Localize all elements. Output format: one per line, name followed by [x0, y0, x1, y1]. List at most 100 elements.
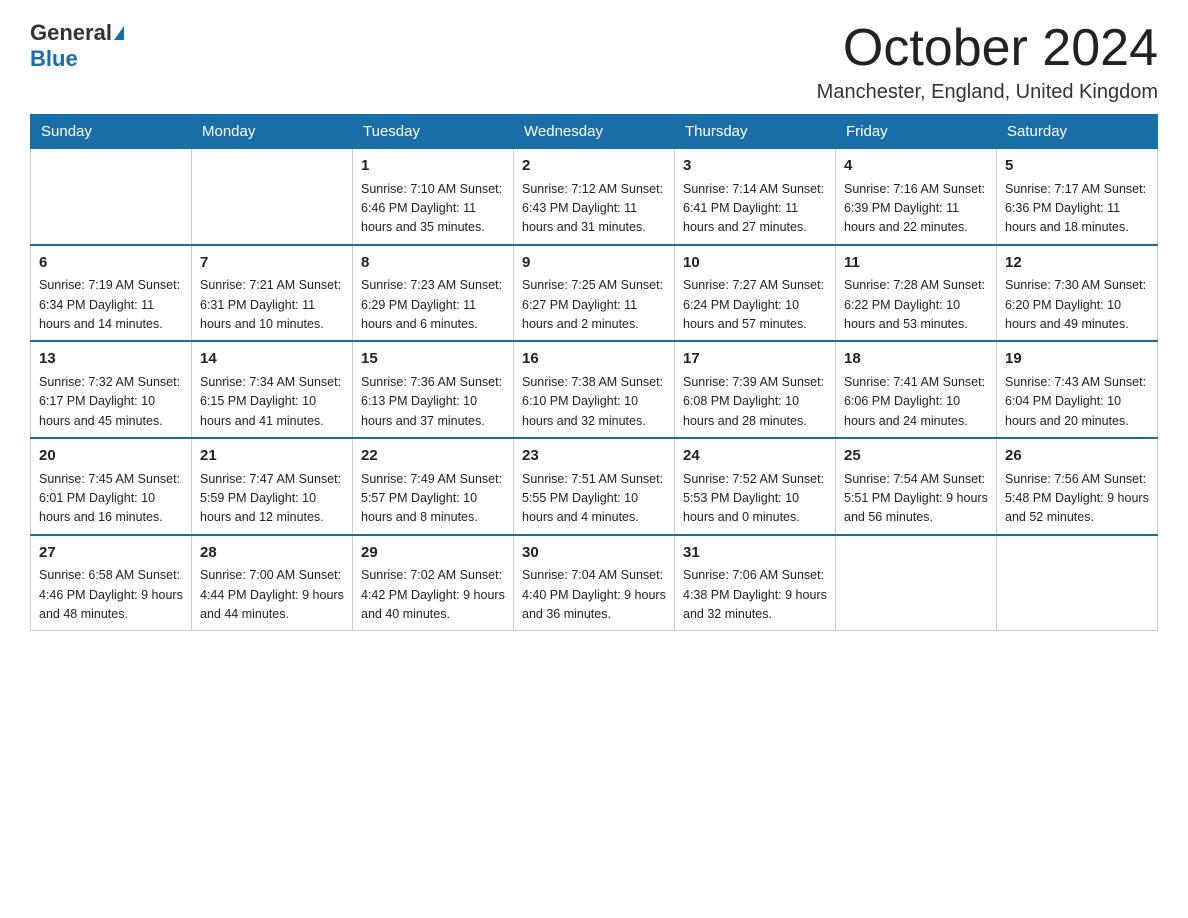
day-number: 5	[1005, 155, 1149, 178]
day-number: 13	[39, 348, 183, 371]
day-info: Sunrise: 7:36 AM Sunset: 6:13 PM Dayligh…	[361, 373, 505, 431]
day-number: 4	[844, 155, 988, 178]
calendar-cell: 12Sunrise: 7:30 AM Sunset: 6:20 PM Dayli…	[997, 245, 1158, 342]
day-number: 23	[522, 445, 666, 468]
calendar-header-tuesday: Tuesday	[353, 115, 514, 149]
day-info: Sunrise: 7:54 AM Sunset: 5:51 PM Dayligh…	[844, 470, 988, 528]
day-info: Sunrise: 7:49 AM Sunset: 5:57 PM Dayligh…	[361, 470, 505, 528]
day-info: Sunrise: 7:28 AM Sunset: 6:22 PM Dayligh…	[844, 276, 988, 334]
calendar-cell: 3Sunrise: 7:14 AM Sunset: 6:41 PM Daylig…	[675, 149, 836, 245]
day-info: Sunrise: 7:51 AM Sunset: 5:55 PM Dayligh…	[522, 470, 666, 528]
calendar-header-monday: Monday	[192, 115, 353, 149]
calendar-cell: 30Sunrise: 7:04 AM Sunset: 4:40 PM Dayli…	[514, 535, 675, 631]
calendar-cell: 6Sunrise: 7:19 AM Sunset: 6:34 PM Daylig…	[31, 245, 192, 342]
day-number: 19	[1005, 348, 1149, 371]
day-number: 17	[683, 348, 827, 371]
title-block: October 2024 Manchester, England, United…	[817, 20, 1158, 104]
calendar-header-wednesday: Wednesday	[514, 115, 675, 149]
day-info: Sunrise: 7:23 AM Sunset: 6:29 PM Dayligh…	[361, 276, 505, 334]
day-info: Sunrise: 7:52 AM Sunset: 5:53 PM Dayligh…	[683, 470, 827, 528]
day-number: 22	[361, 445, 505, 468]
calendar-week-row: 6Sunrise: 7:19 AM Sunset: 6:34 PM Daylig…	[31, 245, 1158, 342]
calendar-cell	[31, 149, 192, 245]
calendar-week-row: 13Sunrise: 7:32 AM Sunset: 6:17 PM Dayli…	[31, 341, 1158, 438]
day-info: Sunrise: 7:38 AM Sunset: 6:10 PM Dayligh…	[522, 373, 666, 431]
calendar-cell: 16Sunrise: 7:38 AM Sunset: 6:10 PM Dayli…	[514, 341, 675, 438]
day-number: 11	[844, 252, 988, 275]
logo-blue-text: Blue	[30, 46, 78, 71]
day-number: 24	[683, 445, 827, 468]
calendar-cell: 21Sunrise: 7:47 AM Sunset: 5:59 PM Dayli…	[192, 438, 353, 535]
day-number: 31	[683, 542, 827, 565]
logo-general-text: General	[30, 20, 112, 46]
day-number: 25	[844, 445, 988, 468]
day-info: Sunrise: 7:02 AM Sunset: 4:42 PM Dayligh…	[361, 566, 505, 624]
calendar-cell: 11Sunrise: 7:28 AM Sunset: 6:22 PM Dayli…	[836, 245, 997, 342]
day-number: 16	[522, 348, 666, 371]
day-number: 10	[683, 252, 827, 275]
day-number: 9	[522, 252, 666, 275]
day-info: Sunrise: 7:27 AM Sunset: 6:24 PM Dayligh…	[683, 276, 827, 334]
day-info: Sunrise: 6:58 AM Sunset: 4:46 PM Dayligh…	[39, 566, 183, 624]
calendar-cell: 15Sunrise: 7:36 AM Sunset: 6:13 PM Dayli…	[353, 341, 514, 438]
day-info: Sunrise: 7:14 AM Sunset: 6:41 PM Dayligh…	[683, 180, 827, 238]
day-number: 28	[200, 542, 344, 565]
calendar-header-friday: Friday	[836, 115, 997, 149]
calendar-cell: 17Sunrise: 7:39 AM Sunset: 6:08 PM Dayli…	[675, 341, 836, 438]
day-info: Sunrise: 7:06 AM Sunset: 4:38 PM Dayligh…	[683, 566, 827, 624]
day-number: 20	[39, 445, 183, 468]
day-info: Sunrise: 7:43 AM Sunset: 6:04 PM Dayligh…	[1005, 373, 1149, 431]
calendar-cell: 13Sunrise: 7:32 AM Sunset: 6:17 PM Dayli…	[31, 341, 192, 438]
day-number: 21	[200, 445, 344, 468]
day-info: Sunrise: 7:16 AM Sunset: 6:39 PM Dayligh…	[844, 180, 988, 238]
day-info: Sunrise: 7:25 AM Sunset: 6:27 PM Dayligh…	[522, 276, 666, 334]
calendar-cell: 28Sunrise: 7:00 AM Sunset: 4:44 PM Dayli…	[192, 535, 353, 631]
calendar-cell: 19Sunrise: 7:43 AM Sunset: 6:04 PM Dayli…	[997, 341, 1158, 438]
day-number: 26	[1005, 445, 1149, 468]
calendar-cell: 2Sunrise: 7:12 AM Sunset: 6:43 PM Daylig…	[514, 149, 675, 245]
day-number: 6	[39, 252, 183, 275]
day-info: Sunrise: 7:39 AM Sunset: 6:08 PM Dayligh…	[683, 373, 827, 431]
calendar-cell: 7Sunrise: 7:21 AM Sunset: 6:31 PM Daylig…	[192, 245, 353, 342]
calendar-cell: 23Sunrise: 7:51 AM Sunset: 5:55 PM Dayli…	[514, 438, 675, 535]
calendar-cell: 9Sunrise: 7:25 AM Sunset: 6:27 PM Daylig…	[514, 245, 675, 342]
day-number: 3	[683, 155, 827, 178]
day-info: Sunrise: 7:04 AM Sunset: 4:40 PM Dayligh…	[522, 566, 666, 624]
day-info: Sunrise: 7:56 AM Sunset: 5:48 PM Dayligh…	[1005, 470, 1149, 528]
calendar-table: SundayMondayTuesdayWednesdayThursdayFrid…	[30, 114, 1158, 631]
calendar-cell: 4Sunrise: 7:16 AM Sunset: 6:39 PM Daylig…	[836, 149, 997, 245]
day-number: 30	[522, 542, 666, 565]
day-info: Sunrise: 7:19 AM Sunset: 6:34 PM Dayligh…	[39, 276, 183, 334]
calendar-cell: 25Sunrise: 7:54 AM Sunset: 5:51 PM Dayli…	[836, 438, 997, 535]
day-info: Sunrise: 7:47 AM Sunset: 5:59 PM Dayligh…	[200, 470, 344, 528]
day-info: Sunrise: 7:00 AM Sunset: 4:44 PM Dayligh…	[200, 566, 344, 624]
day-info: Sunrise: 7:45 AM Sunset: 6:01 PM Dayligh…	[39, 470, 183, 528]
calendar-week-row: 1Sunrise: 7:10 AM Sunset: 6:46 PM Daylig…	[31, 149, 1158, 245]
day-info: Sunrise: 7:30 AM Sunset: 6:20 PM Dayligh…	[1005, 276, 1149, 334]
day-info: Sunrise: 7:41 AM Sunset: 6:06 PM Dayligh…	[844, 373, 988, 431]
calendar-header-saturday: Saturday	[997, 115, 1158, 149]
logo: General Blue	[30, 20, 124, 72]
calendar-cell	[192, 149, 353, 245]
day-number: 27	[39, 542, 183, 565]
calendar-cell: 5Sunrise: 7:17 AM Sunset: 6:36 PM Daylig…	[997, 149, 1158, 245]
calendar-header-thursday: Thursday	[675, 115, 836, 149]
calendar-cell: 14Sunrise: 7:34 AM Sunset: 6:15 PM Dayli…	[192, 341, 353, 438]
calendar-cell: 29Sunrise: 7:02 AM Sunset: 4:42 PM Dayli…	[353, 535, 514, 631]
day-info: Sunrise: 7:21 AM Sunset: 6:31 PM Dayligh…	[200, 276, 344, 334]
calendar-week-row: 27Sunrise: 6:58 AM Sunset: 4:46 PM Dayli…	[31, 535, 1158, 631]
calendar-cell: 10Sunrise: 7:27 AM Sunset: 6:24 PM Dayli…	[675, 245, 836, 342]
logo-triangle-icon	[114, 26, 124, 40]
calendar-cell	[836, 535, 997, 631]
day-number: 12	[1005, 252, 1149, 275]
day-info: Sunrise: 7:10 AM Sunset: 6:46 PM Dayligh…	[361, 180, 505, 238]
day-number: 29	[361, 542, 505, 565]
day-info: Sunrise: 7:17 AM Sunset: 6:36 PM Dayligh…	[1005, 180, 1149, 238]
calendar-cell: 1Sunrise: 7:10 AM Sunset: 6:46 PM Daylig…	[353, 149, 514, 245]
calendar-header-sunday: Sunday	[31, 115, 192, 149]
day-info: Sunrise: 7:34 AM Sunset: 6:15 PM Dayligh…	[200, 373, 344, 431]
day-info: Sunrise: 7:32 AM Sunset: 6:17 PM Dayligh…	[39, 373, 183, 431]
day-number: 8	[361, 252, 505, 275]
day-info: Sunrise: 7:12 AM Sunset: 6:43 PM Dayligh…	[522, 180, 666, 238]
day-number: 7	[200, 252, 344, 275]
